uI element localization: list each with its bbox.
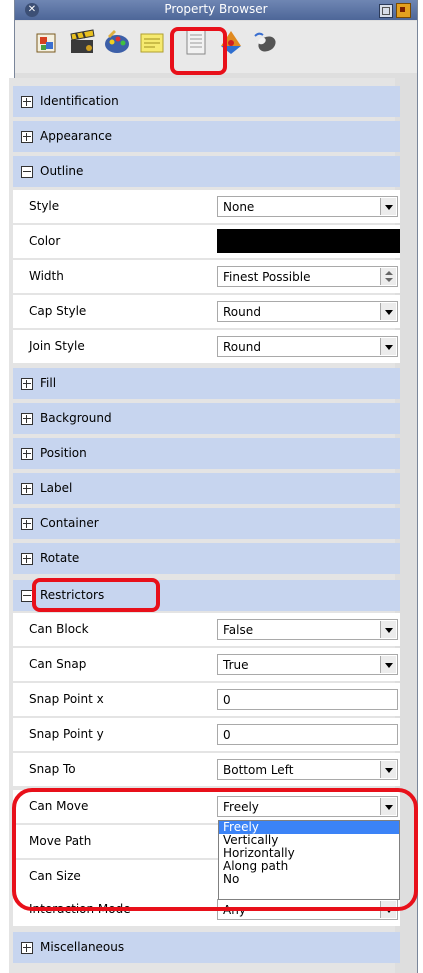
snap-to-row: Snap To Bottom Left <box>13 753 400 786</box>
window-title: Property Browser <box>164 2 268 16</box>
can-snap-row: Can Snap True <box>13 648 400 681</box>
section-outline[interactable]: Outline <box>13 156 400 187</box>
title-bar: ✕ Property Browser <box>15 0 417 20</box>
collapse-icon[interactable] <box>21 166 33 178</box>
section-position[interactable]: Position <box>13 438 400 469</box>
expand-icon[interactable] <box>21 131 33 143</box>
expand-icon[interactable] <box>21 518 33 530</box>
snap-point-x-input[interactable]: 0 <box>217 689 398 710</box>
outline-width-spinbox[interactable]: Finest Possible <box>217 266 398 287</box>
float-icon[interactable] <box>396 3 411 18</box>
section-fill[interactable]: Fill <box>13 368 400 399</box>
expand-icon[interactable] <box>21 413 33 425</box>
expand-icon[interactable] <box>21 378 33 390</box>
section-identification[interactable]: Identification <box>13 86 400 117</box>
snap-point-y-row: Snap Point y 0 <box>13 718 400 751</box>
restore-icon[interactable] <box>379 4 393 18</box>
chevron-down-icon[interactable] <box>380 621 396 638</box>
section-label[interactable]: Label <box>13 473 400 504</box>
outline-cap-style-dropdown[interactable]: Round <box>217 301 398 322</box>
outline-join-style-dropdown[interactable]: Round <box>217 336 398 357</box>
can-block-row: Can Block False <box>13 613 400 646</box>
section-rotate[interactable]: Rotate <box>13 543 400 574</box>
expand-icon[interactable] <box>21 553 33 565</box>
highlight-restrictors <box>32 578 160 612</box>
section-appearance[interactable]: Appearance <box>13 121 400 152</box>
highlight-can-move <box>12 788 418 911</box>
mouse-icon[interactable] <box>251 26 281 58</box>
spinner-icon[interactable] <box>380 268 396 285</box>
expand-icon[interactable] <box>21 942 33 954</box>
outline-color-row: Color <box>13 225 400 258</box>
expand-icon[interactable] <box>21 483 33 495</box>
section-container[interactable]: Container <box>13 508 400 539</box>
outline-cap-style-row: Cap Style Round <box>13 295 400 328</box>
chevron-down-icon[interactable] <box>380 198 396 215</box>
snap-point-x-row: Snap Point x 0 <box>13 683 400 716</box>
palette-icon[interactable] <box>102 26 132 58</box>
section-miscellaneous[interactable]: Miscellaneous <box>13 932 400 963</box>
outline-color-swatch[interactable] <box>217 229 400 253</box>
outline-style-dropdown[interactable]: None <box>217 196 398 217</box>
chevron-down-icon[interactable] <box>380 303 396 320</box>
expand-icon[interactable] <box>21 96 33 108</box>
clapperboard-icon[interactable] <box>67 26 97 58</box>
can-snap-dropdown[interactable]: True <box>217 654 398 675</box>
notes-icon[interactable] <box>137 26 167 58</box>
snap-point-y-input[interactable]: 0 <box>217 724 398 745</box>
snap-to-dropdown[interactable]: Bottom Left <box>217 759 398 780</box>
outline-join-style-row: Join Style Round <box>13 330 400 363</box>
document-scene-icon[interactable] <box>32 26 62 58</box>
chevron-down-icon[interactable] <box>380 338 396 355</box>
section-background[interactable]: Background <box>13 403 400 434</box>
can-block-dropdown[interactable]: False <box>217 619 398 640</box>
chevron-down-icon[interactable] <box>380 656 396 673</box>
outline-width-row: Width Finest Possible <box>13 260 400 293</box>
chevron-down-icon[interactable] <box>380 761 396 778</box>
outline-style-row: Style None <box>13 190 400 223</box>
highlight-property-tab <box>170 27 227 75</box>
expand-icon[interactable] <box>21 448 33 460</box>
